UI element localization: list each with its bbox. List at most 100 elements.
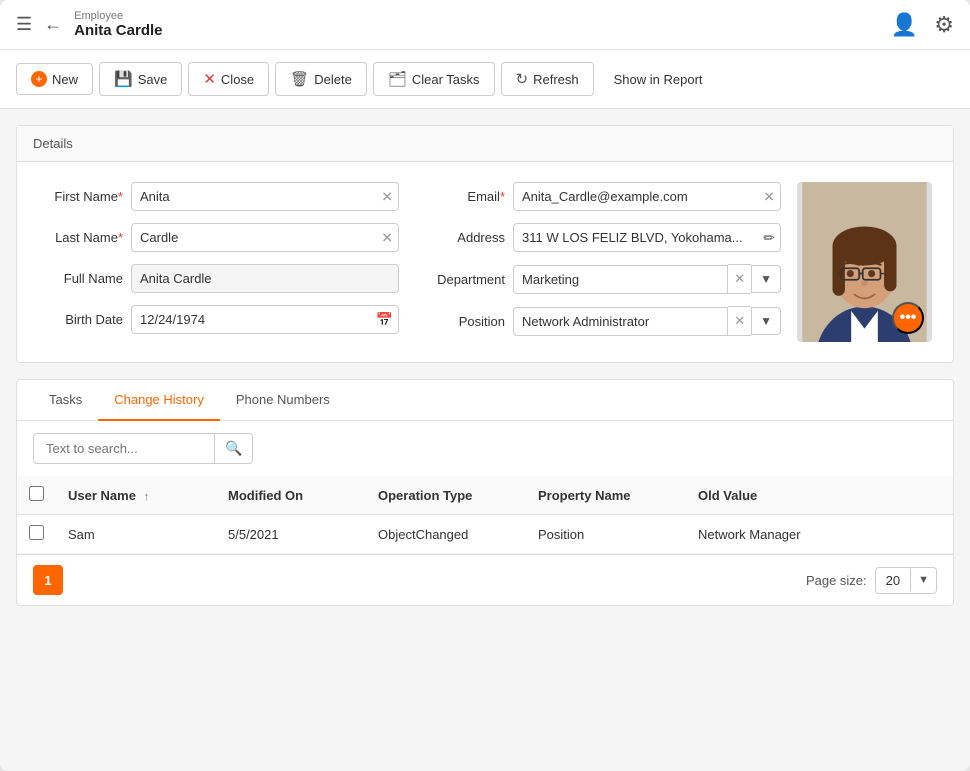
details-card: Details First Name ✕ Last Name [16,125,954,363]
address-input[interactable] [513,223,781,252]
select-all-checkbox[interactable] [29,486,44,501]
table-header-row: User Name ↑ Modified On Operation Type P… [17,476,953,515]
email-row: Email ✕ [415,182,781,211]
department-clear-icon[interactable]: ✕ [728,264,751,294]
hamburger-icon[interactable]: ☰ [16,14,32,35]
close-icon: ✕ [203,70,216,88]
department-label: Department [415,272,505,287]
position-input[interactable]: Network Administrator [513,307,728,336]
photo-more-button[interactable]: ••• [892,302,924,334]
col-header-username[interactable]: User Name ↑ [56,476,216,515]
delete-icon: 🗑 [290,70,309,88]
page-size-wrap: Page size: 20 ▼ [806,567,937,594]
first-name-input[interactable] [131,182,399,211]
row-checkbox[interactable] [29,525,44,540]
clear-tasks-icon: 🗂 [388,70,407,88]
settings-icon[interactable]: ⚙ [934,12,954,38]
birth-date-input-wrap: 📅 [131,305,399,334]
header-left: ☰ ← Employee Anita Cardle [16,10,891,39]
close-label: Close [221,72,254,87]
department-row: Department Marketing ✕ ▼ [415,264,781,294]
tabs-area: Tasks Change History Phone Numbers 🔍 [16,379,954,606]
search-button[interactable]: 🔍 [214,434,252,463]
col-header-operation-type: Operation Type [366,476,526,515]
page-size-value: 20 [876,568,910,593]
page-size-label: Page size: [806,573,867,588]
close-button[interactable]: ✕ Close [188,62,269,96]
show-in-report-button[interactable]: Show in Report [600,65,717,94]
table-body: Sam 5/5/2021 ObjectChanged Position Netw… [17,515,953,554]
search-bar: 🔍 [17,421,953,476]
address-label: Address [415,230,505,245]
row-modified-on: 5/5/2021 [216,515,366,554]
new-button[interactable]: + New [16,63,93,95]
col-header-property-name: Property Name [526,476,686,515]
full-name-label: Full Name [33,271,123,286]
last-name-row: Last Name ✕ [33,223,399,252]
email-input[interactable] [513,182,781,211]
show-in-report-label: Show in Report [614,72,703,87]
department-dropdown-icon[interactable]: ▼ [751,265,781,293]
col-header-old-value: Old Value [686,476,953,515]
position-dropdown-icon[interactable]: ▼ [751,307,781,335]
delete-button[interactable]: 🗑 Delete [275,62,367,96]
new-icon: + [31,71,47,87]
back-icon[interactable]: ← [44,14,62,35]
email-clear-icon[interactable]: ✕ [763,188,775,205]
birth-date-input[interactable] [131,305,399,334]
header-right: 👤 ⚙ [891,12,954,38]
table-row: Sam 5/5/2021 ObjectChanged Position Netw… [17,515,953,554]
calendar-icon[interactable]: 📅 [376,311,393,328]
page-size-dropdown-icon[interactable]: ▼ [910,569,936,591]
user-icon[interactable]: 👤 [891,12,918,38]
tab-phone-numbers[interactable]: Phone Numbers [220,380,346,421]
page-size-select: 20 ▼ [875,567,937,594]
birth-date-label: Birth Date [33,312,123,327]
department-input[interactable]: Marketing [513,265,728,294]
tab-change-history[interactable]: Change History [98,380,220,421]
change-history-table: User Name ↑ Modified On Operation Type P… [17,476,953,554]
col-header-modified-on: Modified On [216,476,366,515]
form-right: Email ✕ Address ✏ Depa [415,182,781,342]
row-old-value: Network Manager [686,515,953,554]
clear-tasks-button[interactable]: 🗂 Clear Tasks [373,62,495,96]
sort-icon[interactable]: ↑ [144,491,150,503]
position-clear-icon[interactable]: ✕ [728,306,751,336]
position-label: Position [415,314,505,329]
page-1-button[interactable]: 1 [33,565,63,595]
first-name-row: First Name ✕ [33,182,399,211]
content-area: Details First Name ✕ Last Name [0,109,970,771]
last-name-input[interactable] [131,223,399,252]
app-header: ☰ ← Employee Anita Cardle 👤 ⚙ [0,0,970,50]
tab-tasks[interactable]: Tasks [33,380,98,421]
pagination-bar: 1 Page size: 20 ▼ [17,554,953,605]
first-name-input-wrap: ✕ [131,182,399,211]
header-subtitle: Employee [74,10,162,22]
page-buttons: 1 [33,565,63,595]
first-name-clear-icon[interactable]: ✕ [381,188,393,205]
email-label: Email [415,189,505,204]
position-dropdown-wrap: Network Administrator ✕ ▼ [513,306,781,336]
row-operation-type: ObjectChanged [366,515,526,554]
save-icon: 💾 [114,70,133,88]
full-name-input [131,264,399,293]
save-button[interactable]: 💾 Save [99,62,182,96]
full-name-input-wrap [131,264,399,293]
photo-area: ••• [797,182,937,342]
search-input[interactable] [34,435,214,462]
toolbar: + New 💾 Save ✕ Close 🗑 Delete 🗂 Clear Ta… [0,50,970,109]
refresh-icon: ↻ [516,70,529,88]
delete-label: Delete [314,72,352,87]
edit-icon[interactable]: ✏ [763,229,775,246]
row-check-cell [17,515,56,554]
new-label: New [52,72,78,87]
details-section-title: Details [33,136,73,151]
first-name-label: First Name [33,189,123,204]
details-card-header: Details [17,126,953,162]
refresh-button[interactable]: ↻ Refresh [501,62,594,96]
address-row: Address ✏ [415,223,781,252]
photo-container: ••• [797,182,932,342]
last-name-label: Last Name [33,230,123,245]
address-input-wrap: ✏ [513,223,781,252]
last-name-clear-icon[interactable]: ✕ [381,229,393,246]
